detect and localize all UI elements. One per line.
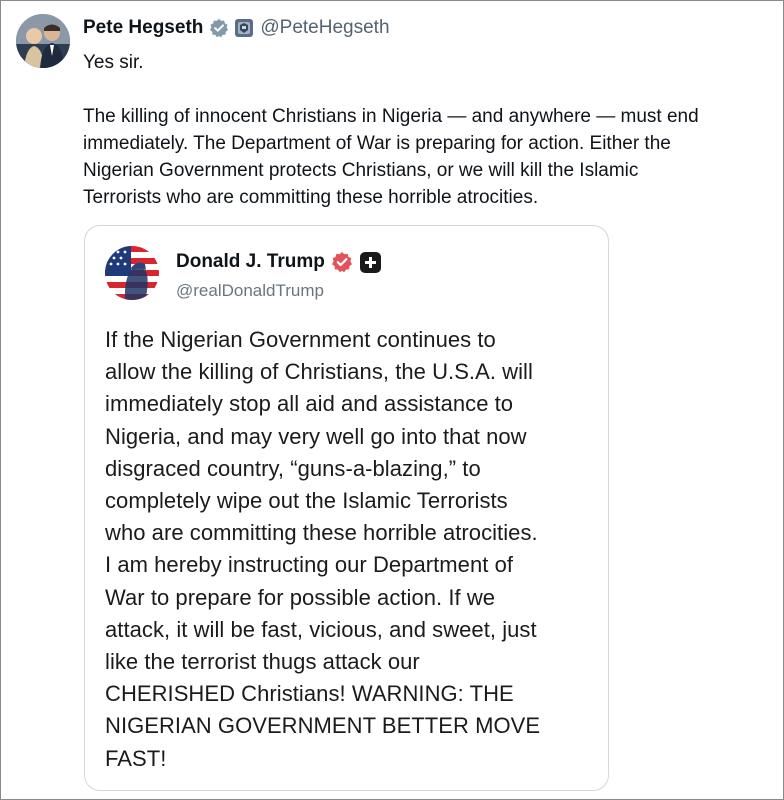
verified-badge-red-icon xyxy=(331,251,353,273)
quoted-text-line: disgraced country, “guns-a-blazing,” to xyxy=(105,455,481,481)
quoted-author-name[interactable]: Donald J. Trump xyxy=(176,251,325,273)
quoted-post-text: If the Nigerian Government continues to … xyxy=(105,324,600,775)
tweet-text-line: Nigerian Government protects Christians,… xyxy=(83,160,639,181)
verified-badge-icon xyxy=(209,18,229,38)
tweet-header: Pete Hegseth @PeteHegseth xyxy=(83,15,390,41)
author-avatar[interactable] xyxy=(16,14,70,68)
quoted-text-line: attack, it will be fast, vicious, and sw… xyxy=(105,616,537,642)
quoted-text-line: FAST! xyxy=(105,745,167,771)
plus-badge-icon xyxy=(359,251,381,273)
quoted-author-header: Donald J. Trump xyxy=(176,251,381,273)
tweet-text-line: The killing of innocent Christians in Ni… xyxy=(83,106,699,127)
tweet-text-line: immediately. The Department of War is pr… xyxy=(83,133,671,154)
quoted-text-line: completely wipe out the Islamic Terroris… xyxy=(105,488,508,514)
quoted-text-line: NIGERIAN GOVERNMENT BETTER MOVE xyxy=(105,713,541,739)
quoted-author-avatar[interactable] xyxy=(105,246,159,300)
quoted-text-line: immediately stop all aid and assistance … xyxy=(105,391,514,417)
quoted-text-line: allow the killing of Christians, the U.S… xyxy=(105,359,533,385)
quoted-text-line: Nigeria, and may very well go into that … xyxy=(105,423,527,449)
author-name[interactable]: Pete Hegseth xyxy=(83,17,203,39)
quoted-text-line: I am hereby instructing our Department o… xyxy=(105,552,514,578)
affiliation-badge-icon[interactable] xyxy=(235,19,254,37)
quoted-post-card[interactable]: Donald J. Trump @realDonaldTrump If the … xyxy=(84,225,609,791)
tweet-container: Pete Hegseth @PeteHegseth Yes sir. The k… xyxy=(0,0,784,800)
quoted-text-line: CHERISHED Christians! WARNING: THE xyxy=(105,681,514,707)
tweet-text: Yes sir. The killing of innocent Christi… xyxy=(83,49,773,211)
quoted-text-line: If the Nigerian Government continues to xyxy=(105,327,496,352)
tweet-text-line: Yes sir. xyxy=(83,52,144,73)
author-handle[interactable]: @PeteHegseth xyxy=(260,17,389,39)
quoted-text-line: War to prepare for possible action. If w… xyxy=(105,584,496,610)
tweet-text-gap xyxy=(83,76,773,103)
quoted-text-line: who are committing these horrible atroci… xyxy=(105,520,538,546)
quoted-author-handle[interactable]: @realDonaldTrump xyxy=(176,281,324,301)
quoted-text-line: like the terrorist thugs attack our xyxy=(105,649,420,675)
tweet-text-line: Terrorists who are committing these horr… xyxy=(83,187,539,208)
